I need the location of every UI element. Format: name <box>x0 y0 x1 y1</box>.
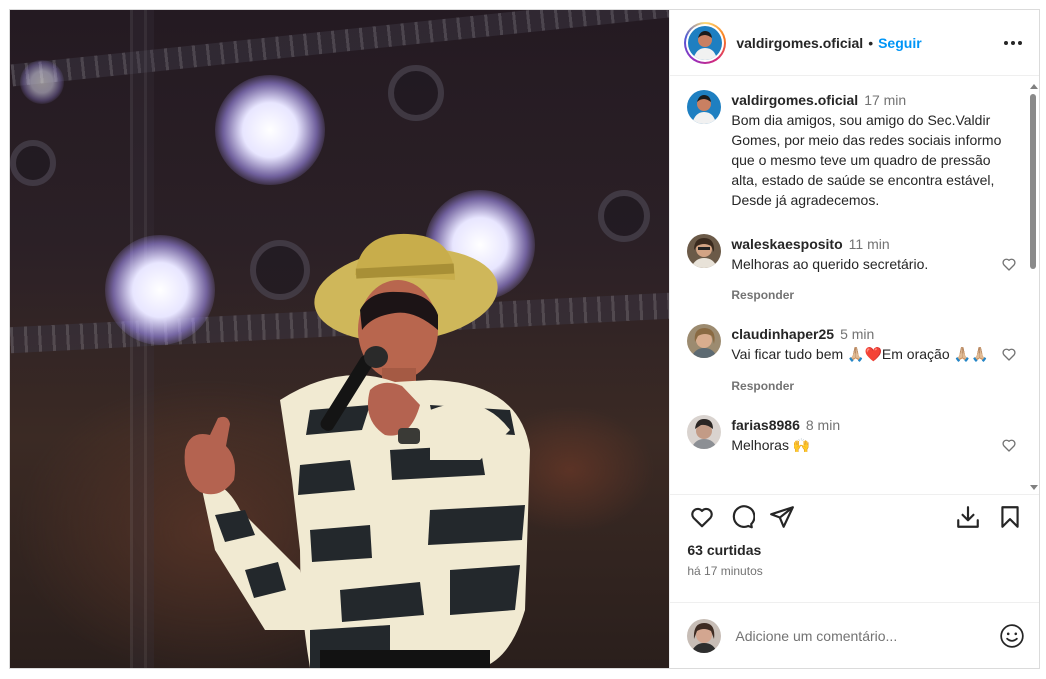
download-icon <box>957 505 979 528</box>
scroll-thumb[interactable] <box>1030 94 1036 269</box>
share-icon <box>770 505 795 528</box>
commenter-avatar[interactable] <box>687 234 722 268</box>
caption-text: Bom dia amigos, sou amigo do Sec.Valdir … <box>731 112 1002 208</box>
comment-username[interactable]: waleskaesposito <box>731 236 842 252</box>
comment-button[interactable] <box>727 502 757 532</box>
separator-dot: • <box>868 34 874 51</box>
comment-icon <box>733 504 756 528</box>
post-side-panel: valdirgomes.oficial • Seguir valdirgomes… <box>669 10 1039 668</box>
comment-item: claudinhaper25 5 min Vai ficar tudo bem 🙏… <box>687 324 1017 393</box>
comment-text: Melhoras ao querido secretário. <box>731 256 929 272</box>
comment-time: 11 min <box>848 236 890 252</box>
caption: valdirgomes.oficial 17 min Bom dia amigos… <box>687 90 1017 210</box>
singer-figure <box>184 233 530 668</box>
add-comment-bar <box>670 602 1039 668</box>
caption-username[interactable]: valdirgomes.oficial <box>731 92 858 108</box>
smiley-icon[interactable] <box>999 623 1025 649</box>
caption-time: 17 min <box>864 92 907 108</box>
post-timestamp[interactable]: há 17 minutos <box>670 558 1039 578</box>
scroll-up-arrow[interactable] <box>1030 84 1038 89</box>
heart-icon[interactable] <box>1001 256 1017 272</box>
prayer-emoji: 🙏🏼🙏🏼 <box>953 347 989 363</box>
follow-button[interactable]: Seguir <box>878 35 922 51</box>
author-avatar-ring[interactable] <box>684 21 727 64</box>
raised-hands-emoji: 🙌 <box>792 438 811 454</box>
save-button[interactable] <box>995 502 1025 532</box>
caption-avatar[interactable] <box>687 90 722 124</box>
reply-button[interactable]: Responder <box>731 379 991 393</box>
post-header: valdirgomes.oficial • Seguir <box>670 10 1039 76</box>
add-comment-input[interactable] <box>735 627 999 644</box>
author-avatar <box>688 25 723 60</box>
heart-icon[interactable] <box>1001 346 1017 362</box>
current-user-avatar <box>687 618 722 653</box>
comment-username[interactable]: farias8986 <box>731 417 800 433</box>
like-button[interactable] <box>687 502 717 532</box>
action-bar <box>670 494 1039 538</box>
comments-scrollbar[interactable] <box>1029 84 1038 490</box>
heart-icon <box>691 507 714 527</box>
prayer-heart-emoji: 🙏🏼❤️ <box>847 347 882 363</box>
post-photo[interactable] <box>10 10 670 668</box>
comment-item: waleskaesposito 11 min Melhoras ao querid… <box>687 234 1017 302</box>
comments-list[interactable]: valdirgomes.oficial 17 min Bom dia amigos… <box>670 76 1039 494</box>
commenter-avatar[interactable] <box>687 324 722 358</box>
heart-icon[interactable] <box>1001 437 1017 453</box>
download-button[interactable] <box>953 502 983 532</box>
comment-text: Melhoras 🙌 <box>731 437 811 454</box>
bookmark-icon <box>1001 505 1019 528</box>
comment-text: Vai ficar tudo bem 🙏🏼❤️Em oração 🙏🏼🙏🏼 <box>731 346 989 363</box>
share-button[interactable] <box>767 502 797 532</box>
comment-username[interactable]: claudinhaper25 <box>731 326 834 342</box>
reply-button[interactable]: Responder <box>731 288 991 302</box>
author-username[interactable]: valdirgomes.oficial <box>736 35 863 51</box>
commenter-avatar[interactable] <box>687 415 722 449</box>
comment-item: farias8986 8 min Melhoras 🙌 <box>687 415 1017 456</box>
more-options-icon[interactable] <box>1001 31 1025 55</box>
comment-time: 5 min <box>840 326 875 342</box>
likes-count[interactable]: 63 curtidas <box>670 538 1039 558</box>
scroll-down-arrow[interactable] <box>1030 485 1038 490</box>
comment-time: 8 min <box>805 417 841 433</box>
post-dialog: valdirgomes.oficial • Seguir valdirgomes… <box>9 9 1040 669</box>
